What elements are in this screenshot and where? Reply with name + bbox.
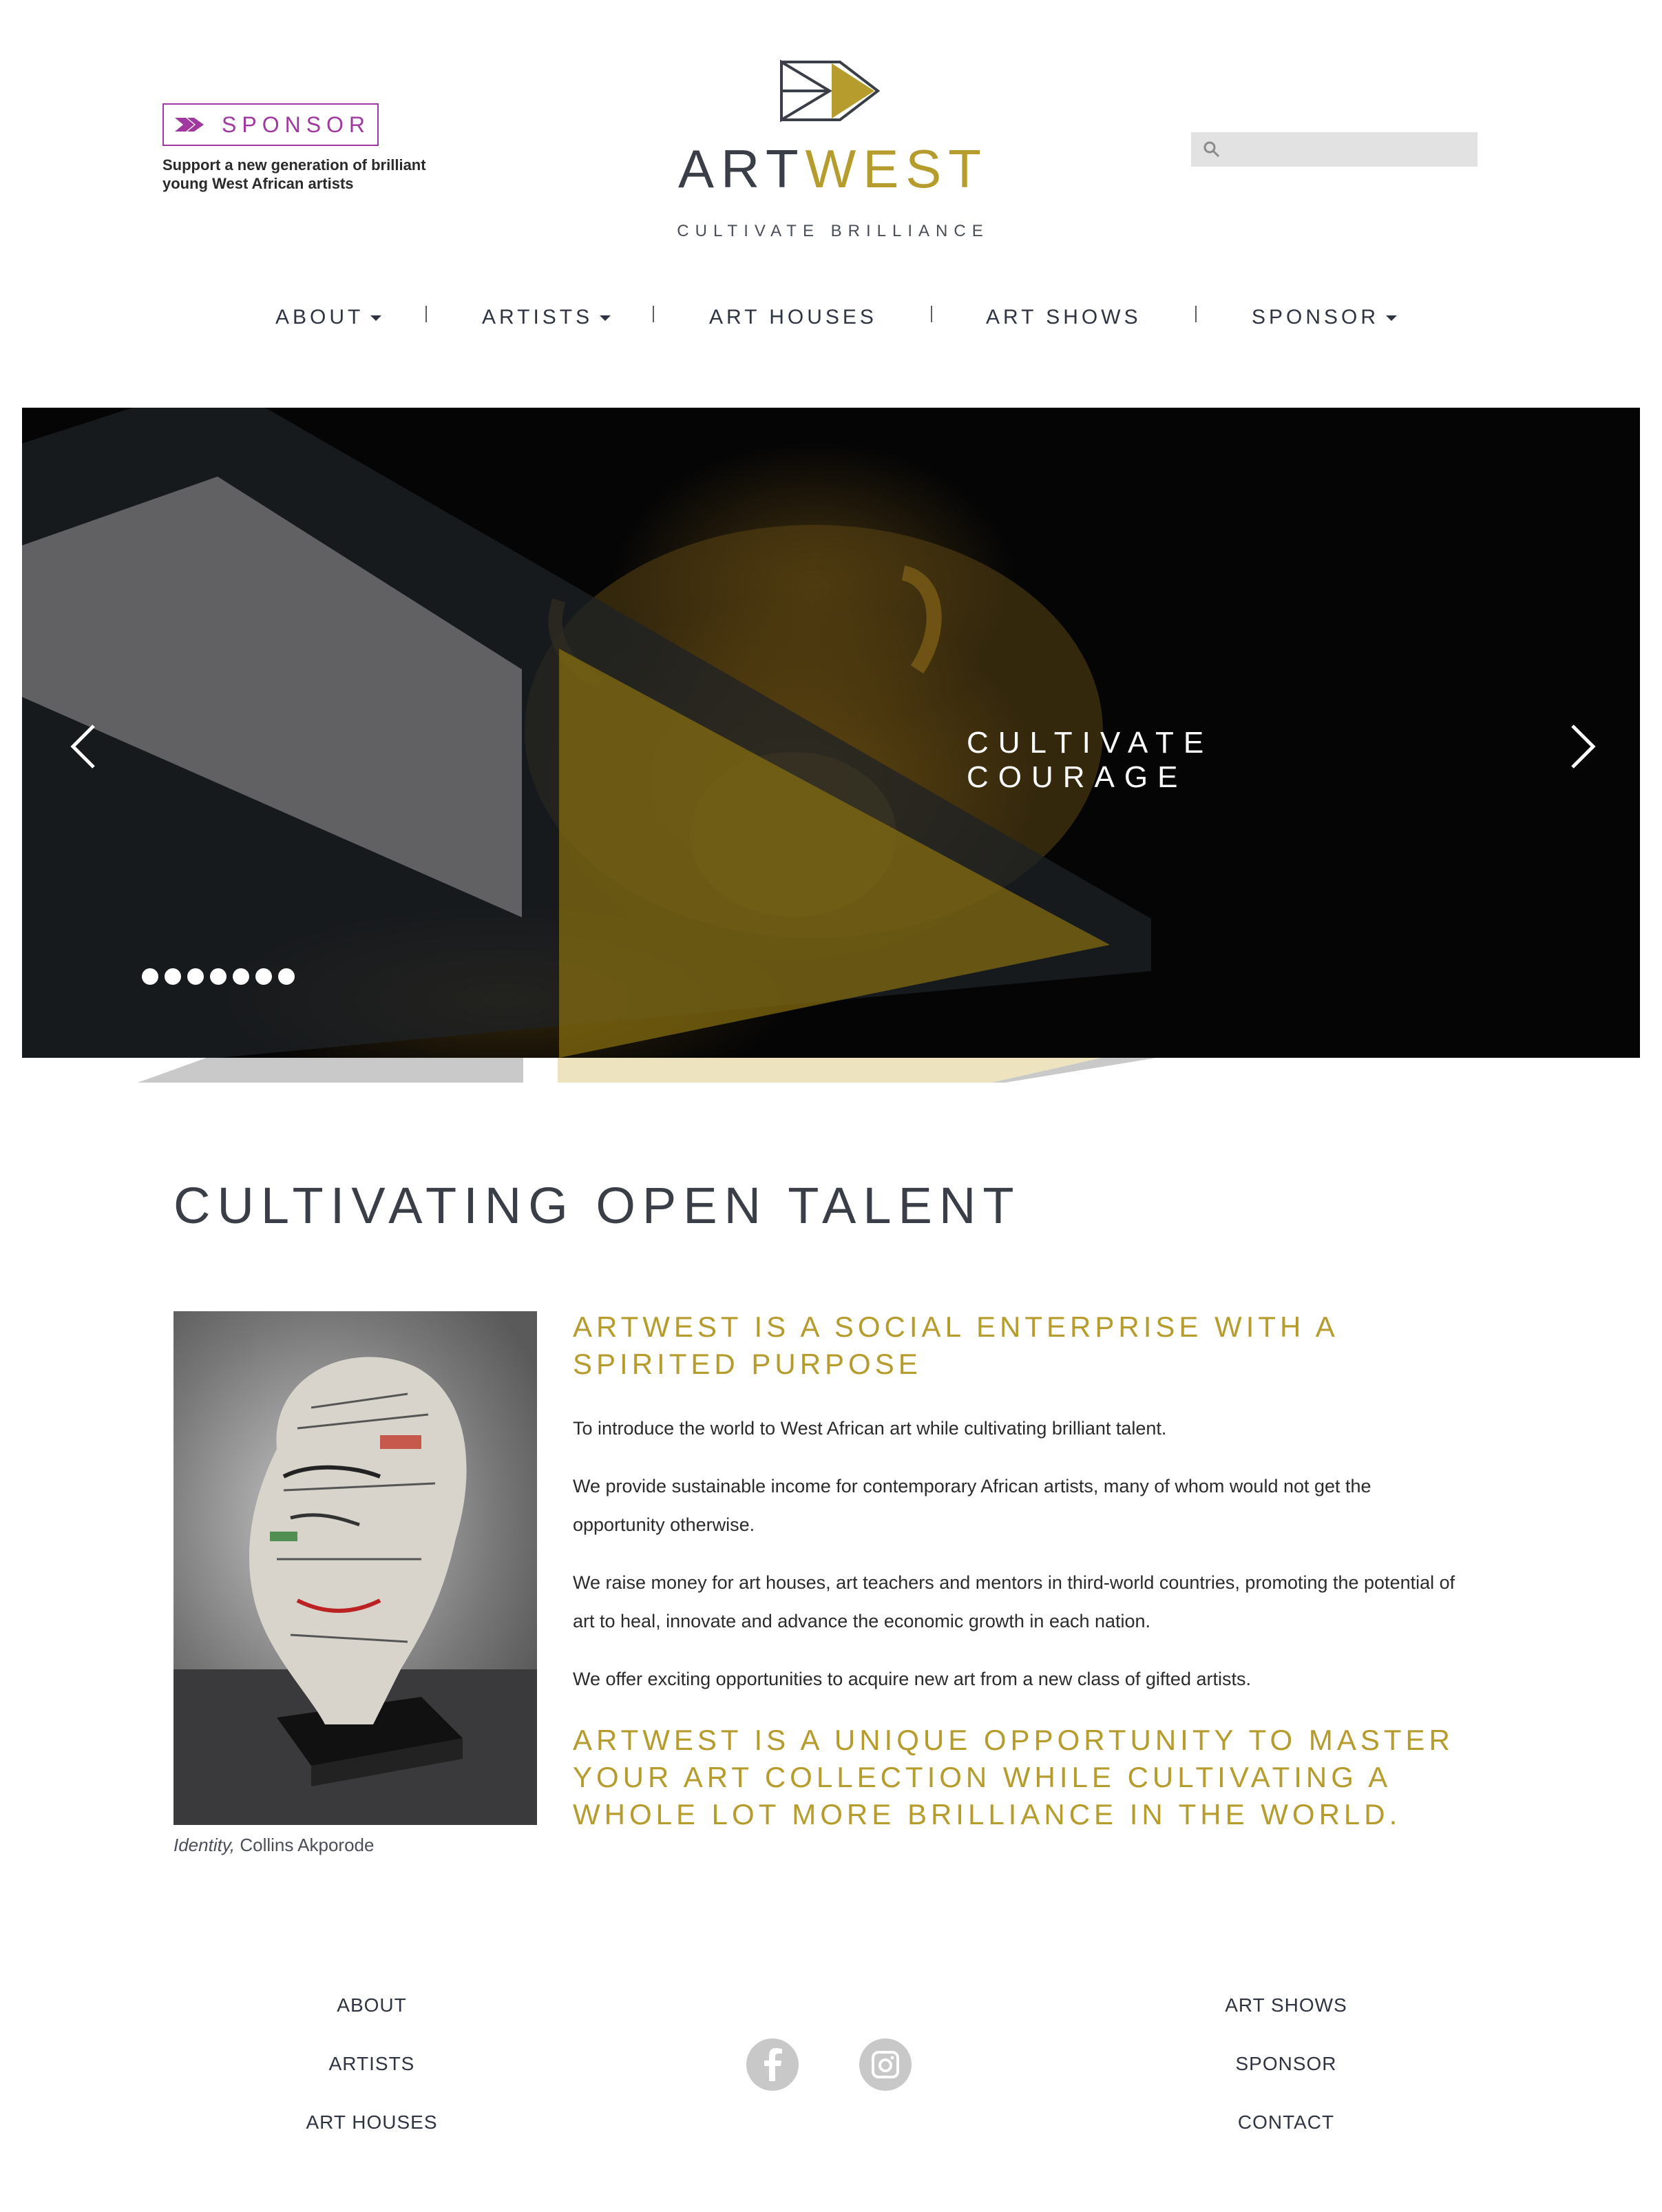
chevron-down-icon bbox=[370, 315, 382, 321]
carousel-dot[interactable] bbox=[165, 968, 181, 985]
footer-link-artists[interactable]: ARTISTS bbox=[234, 2053, 509, 2075]
nav-item-art-houses[interactable]: ART HOUSES bbox=[709, 300, 877, 335]
nav-item-artists[interactable]: ARTISTS bbox=[482, 300, 611, 335]
artwest-logo-wordmark[interactable]: ARTWEST bbox=[647, 138, 1019, 200]
carousel-dot[interactable] bbox=[255, 968, 272, 985]
nav-item-art-shows[interactable]: ART SHOWS bbox=[986, 300, 1142, 335]
carousel-prev-icon[interactable] bbox=[63, 719, 105, 774]
artwest-logo-mark-icon bbox=[780, 59, 881, 123]
artwork-title: Identity, bbox=[173, 1835, 235, 1855]
facebook-icon[interactable] bbox=[746, 2038, 799, 2091]
nav-divider bbox=[653, 306, 654, 322]
nav-item-label: ABOUT bbox=[275, 306, 364, 328]
logo-tagline: CULTIVATE BRILLIANCE bbox=[677, 222, 989, 240]
mission-heading: ARTWEST IS A SOCIAL ENTERPRISE WITH A SP… bbox=[573, 1311, 1338, 1380]
mission-paragraph: We provide sustainable income for contem… bbox=[573, 1476, 1371, 1535]
sponsor-button-label: SPONSOR bbox=[222, 112, 371, 137]
nav-item-label: ART HOUSES bbox=[709, 306, 877, 328]
logo-west-text: WEST bbox=[805, 138, 988, 199]
carousel-dot[interactable] bbox=[142, 968, 158, 985]
hero-caption: CULTIVATE COURAGE bbox=[967, 726, 1214, 794]
opportunity-heading: ARTWEST IS A UNIQUE OPPORTUNITY TO MASTE… bbox=[573, 1724, 1454, 1830]
footer-link-contact[interactable]: CONTACT bbox=[1148, 2111, 1424, 2133]
nav-divider bbox=[1195, 306, 1197, 322]
carousel-dot[interactable] bbox=[278, 968, 295, 985]
artwork-artist: Collins Akporode bbox=[235, 1835, 375, 1855]
hero-logo-shadow bbox=[138, 1058, 1157, 1083]
hero-carousel[interactable]: CULTIVATE COURAGE bbox=[22, 408, 1640, 1058]
nav-item-label: ARTISTS bbox=[482, 306, 593, 328]
mission-paragraph: We raise money for art houses, art teach… bbox=[573, 1572, 1455, 1631]
artwork-caption: Identity, Collins Akporode bbox=[173, 1835, 587, 1856]
carousel-dot[interactable] bbox=[210, 968, 227, 985]
sculpture-head-icon bbox=[173, 1357, 537, 1825]
chevron-down-icon bbox=[600, 315, 611, 321]
footer-link-art-shows[interactable]: ART SHOWS bbox=[1148, 1994, 1424, 2016]
carousel-next-icon[interactable] bbox=[1561, 719, 1603, 774]
mission-paragraph: We offer exciting opportunities to acqui… bbox=[573, 1669, 1251, 1689]
nav-item-about[interactable]: ABOUT bbox=[275, 300, 382, 335]
nav-divider bbox=[931, 306, 932, 322]
carousel-dot[interactable] bbox=[187, 968, 204, 985]
sponsor-tagline: Support a new generation of brilliant yo… bbox=[162, 156, 426, 192]
mission-paragraph: To introduce the world to West African a… bbox=[573, 1418, 1167, 1439]
footer-link-art-houses[interactable]: ART HOUSES bbox=[234, 2111, 509, 2133]
nav-item-label: SPONSOR bbox=[1252, 306, 1380, 328]
carousel-indicators bbox=[142, 968, 295, 985]
sponsor-button[interactable]: SPONSOR bbox=[162, 103, 379, 146]
nav-divider bbox=[425, 306, 427, 322]
nav-item-sponsor[interactable]: SPONSOR bbox=[1252, 300, 1398, 335]
carousel-dot[interactable] bbox=[233, 968, 249, 985]
sponsor-logo-icon bbox=[175, 118, 204, 132]
about-content: ARTWEST IS A SOCIAL ENTERPRISE WITH A SP… bbox=[573, 1308, 1468, 1833]
artwork-identity-image bbox=[173, 1311, 537, 1825]
instagram-icon[interactable] bbox=[859, 2038, 912, 2091]
page-title: CULTIVATING OPEN TALENT bbox=[173, 1177, 1021, 1234]
search-bar[interactable] bbox=[1191, 132, 1477, 167]
chevron-down-icon bbox=[1386, 315, 1398, 321]
footer-link-sponsor[interactable]: SPONSOR bbox=[1148, 2053, 1424, 2075]
footer-link-about[interactable]: ABOUT bbox=[234, 1994, 509, 2016]
main-nav: ABOUT ARTISTS ART HOUSES ART SHOWS SPONS… bbox=[0, 300, 1662, 335]
search-input[interactable] bbox=[1227, 135, 1477, 164]
nav-item-label: ART SHOWS bbox=[986, 306, 1142, 328]
logo-art-text: ART bbox=[678, 138, 806, 199]
search-icon bbox=[1203, 141, 1220, 158]
